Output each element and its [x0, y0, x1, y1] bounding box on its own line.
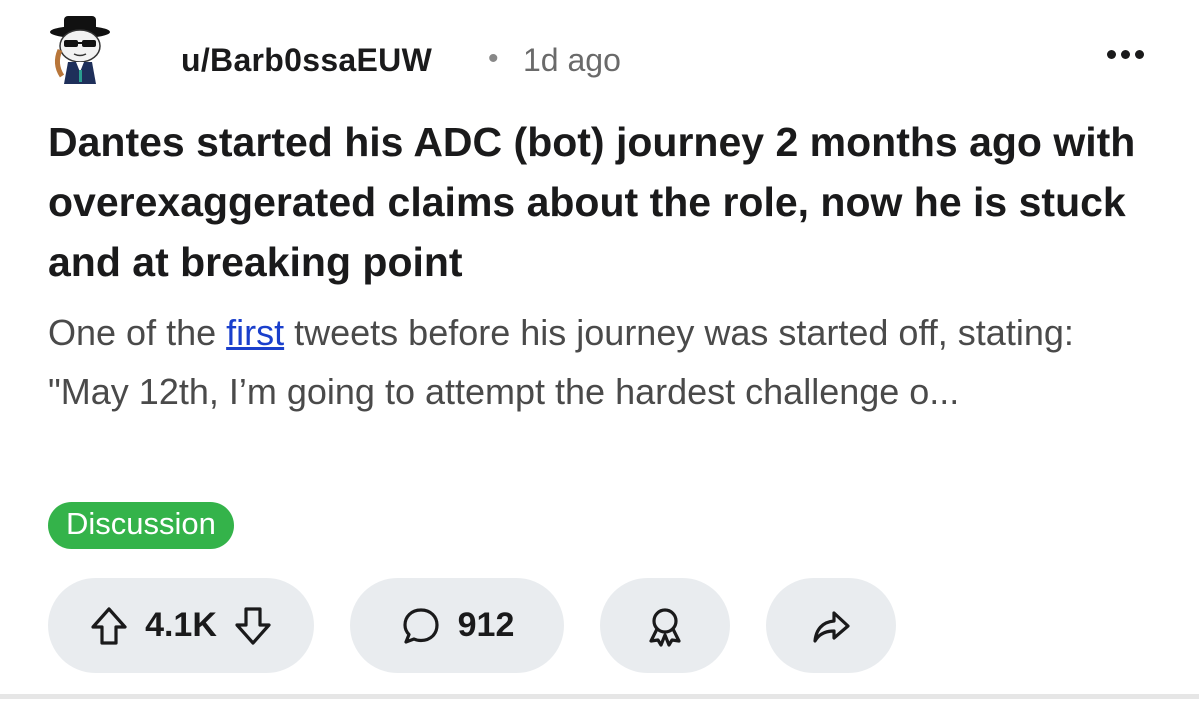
- divider: [0, 694, 1199, 699]
- flair-badge[interactable]: Discussion: [48, 502, 234, 549]
- more-options-icon[interactable]: [1107, 50, 1144, 59]
- post-header: u/Barb0ssaEUW • 1d ago: [48, 12, 1179, 84]
- comment-bubble-icon: [400, 605, 442, 647]
- award-ribbon-icon: [644, 605, 686, 647]
- vote-count: 4.1K: [145, 606, 217, 644]
- vote-pill: 4.1K: [48, 578, 314, 673]
- share-button[interactable]: [766, 578, 896, 673]
- post-title[interactable]: Dantes started his ADC (bot) journey 2 m…: [48, 112, 1168, 292]
- comment-count: 912: [457, 606, 515, 644]
- first-link[interactable]: first: [226, 312, 284, 353]
- arrow-up-icon[interactable]: [89, 605, 129, 647]
- post-body[interactable]: One of the first tweets before his journ…: [48, 303, 1168, 421]
- body-text-before: One of the: [48, 312, 227, 353]
- separator-dot: •: [488, 42, 499, 75]
- comments-button[interactable]: 912: [350, 578, 564, 673]
- username-link[interactable]: u/Barb0ssaEUW: [181, 42, 432, 79]
- body-quote: "May 12th, I’m going to attempt the hard…: [48, 371, 960, 412]
- arrow-down-icon[interactable]: [233, 605, 273, 647]
- award-button[interactable]: [600, 578, 730, 673]
- post-age: 1d ago: [523, 42, 621, 78]
- share-arrow-icon: [810, 605, 852, 647]
- body-text-after: tweets before his journey was started of…: [284, 312, 1074, 353]
- user-avatar[interactable]: [48, 12, 112, 84]
